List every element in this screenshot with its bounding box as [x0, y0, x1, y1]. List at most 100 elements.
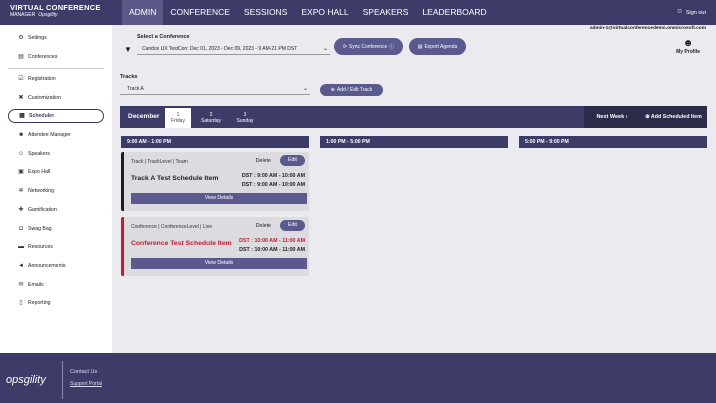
month-label: December — [128, 113, 160, 120]
main-content: Select a Conference ▼ Candox UX TestCon:… — [112, 25, 716, 353]
edit-button[interactable]: Edit — [280, 155, 305, 166]
schedule-item-time: DST : 9:00 AM - 10:00 AM — [241, 173, 305, 179]
delete-button[interactable]: Delete — [256, 223, 271, 229]
support-portal-link[interactable]: Support Portal — [70, 381, 102, 387]
add-scheduled-item-button[interactable]: ⊕ Add Scheduled Item — [640, 106, 707, 128]
footer-logo: opsgility — [6, 374, 46, 386]
sidebar-item-label: Emails — [28, 282, 44, 288]
sidebar-item-label: Registration — [28, 76, 56, 82]
sidebar-item-label: Expo Hall — [28, 169, 51, 175]
network-icon: ✲ — [18, 188, 24, 194]
next-week-label: Next Week — [596, 114, 625, 120]
sidebar-item-expo-hall[interactable]: ▣ Expo Hall — [8, 165, 104, 179]
sidebar-item-label: Announcements — [28, 263, 66, 269]
sidebar-item-speakers[interactable]: ☺ Speakers — [8, 147, 104, 161]
schedule-item-time: DST : 9:00 AM - 10:00 AM — [241, 182, 305, 188]
time-slot-header: 5:00 PM - 9:00 PM — [519, 136, 707, 148]
sidebar-item-label: Customization — [28, 95, 61, 101]
day-tab-friday[interactable]: 1 Friday — [165, 108, 191, 128]
sidebar-item-conferences[interactable]: ▤ Conferences — [8, 50, 104, 64]
my-profile-link[interactable]: ☻ My Profile — [676, 38, 700, 55]
sync-conference-button[interactable]: ⟳ Sync Conference ⓘ — [334, 38, 403, 55]
gamepad-icon: ✚ — [18, 207, 24, 213]
tracks-label: Tracks — [120, 74, 138, 80]
day-name: Sunday — [236, 118, 254, 124]
sidebar-item-gamification[interactable]: ✚ Gamification — [8, 203, 104, 217]
signout-icon: ⎋ — [677, 9, 682, 15]
signout-link[interactable]: ⎋ Sign out — [677, 9, 706, 16]
sidebar-item-scheduler[interactable]: ▦ Scheduler — [8, 109, 104, 123]
hall-icon: ▣ — [18, 169, 24, 175]
top-navbar: VIRTUAL CONFERENCE MANAGER Opsgility ADMI… — [0, 0, 716, 25]
sidebar-divider — [8, 68, 104, 69]
sync-icon: ⟳ — [342, 43, 347, 50]
conference-select[interactable]: Candox UX TestCon: Dec 01, 2023 - Dec 09… — [137, 43, 330, 55]
week-bar: December 1 Friday 2 Saturday 3 Sunday Ne… — [120, 106, 707, 128]
chevron-down-icon: ⌄ — [302, 86, 308, 92]
day-tab-sunday[interactable]: 3 Sunday — [232, 108, 258, 128]
sidebar-item-label: Attendee Manager — [28, 132, 71, 138]
nav-sessions[interactable]: SESSIONS — [237, 0, 294, 25]
footer: opsgility Contact Us Support Portal — [0, 353, 716, 403]
day-tab-saturday[interactable]: 2 Saturday — [198, 108, 224, 128]
sidebar-item-emails[interactable]: ✉ Emails — [8, 278, 104, 292]
users-icon: ☻ — [18, 132, 25, 138]
info-icon: ⓘ — [389, 44, 395, 50]
contact-us-link[interactable]: Contact Us — [70, 369, 97, 375]
day-name: Friday — [171, 118, 185, 124]
schedule-item-meta: Track | TrackLevel | Team — [131, 159, 188, 165]
gear-icon: ⚙ — [18, 35, 24, 41]
sidebar-item-label: Reporting — [28, 300, 51, 306]
sidebar-item-attendee-manager[interactable]: ☻ Attendee Manager — [8, 128, 104, 142]
add-edit-track-button[interactable]: ⊕ Add / Edit Track — [320, 84, 383, 96]
sidebar-item-announcements[interactable]: ◄ Announcements — [8, 259, 104, 273]
tracks-select[interactable]: Track A ⌄ — [120, 83, 310, 95]
export-agenda-button[interactable]: ▤ Export Agenda — [409, 38, 466, 55]
add-scheduled-item-label: Add Scheduled Item — [650, 114, 702, 120]
nav-expo-hall[interactable]: EXPO HALL — [294, 0, 355, 25]
chevron-right-icon: › — [625, 114, 628, 120]
time-slot-header: 9:00 AM - 1:00 PM — [121, 136, 309, 148]
folder-icon: ▬ — [18, 244, 24, 250]
tools-icon: ✖ — [18, 95, 24, 101]
nav-admin[interactable]: ADMIN — [122, 0, 164, 25]
time-slot-header: 1:00 PM - 5:00 PM — [320, 136, 508, 148]
brand-line2: MANAGER — [10, 12, 36, 18]
schedule-item-card: Conference | ConferenceLevel | Live Dele… — [121, 217, 309, 276]
schedule-item-card: Track | TrackLevel | Team Delete Edit Tr… — [121, 152, 309, 211]
sidebar-item-label: Settings — [28, 35, 47, 41]
sidebar-item-label: Conferences — [28, 54, 58, 60]
sidebar-item-settings[interactable]: ⚙ Settings — [8, 31, 104, 45]
signout-label: Sign out — [685, 9, 706, 16]
export-agenda-label: Export Agenda — [424, 43, 458, 50]
schedule-item-title: Track A Test Schedule Item — [131, 175, 219, 182]
sidebar-item-reporting[interactable]: ▯ Reporting — [8, 296, 104, 310]
nav-conference[interactable]: CONFERENCE — [163, 0, 237, 25]
add-edit-track-label: Add / Edit Track — [336, 87, 373, 93]
schedule-item-meta: Conference | ConferenceLevel | Live — [131, 224, 212, 230]
view-details-button[interactable]: View Details — [131, 193, 307, 204]
sidebar-item-swag-bag[interactable]: ◘ Swag Bag — [8, 222, 104, 236]
sidebar-item-resources[interactable]: ▬ Resources — [8, 240, 104, 254]
sidebar-item-networking[interactable]: ✲ Networking — [8, 184, 104, 198]
delete-button[interactable]: Delete — [256, 158, 271, 164]
schedule-item-title: Conference Test Schedule Item — [131, 240, 232, 247]
export-icon: ▤ — [417, 43, 423, 50]
next-week-button[interactable]: Next Week › — [584, 106, 640, 128]
sidebar-item-label: Gamification — [28, 207, 57, 213]
sidebar: ⚙ Settings ▤ Conferences ☑ Registration ✖ Cu… — [0, 25, 112, 353]
nav-leaderboard[interactable]: LEADERBOARD — [415, 0, 493, 25]
tracks-select-value: Track A — [127, 86, 144, 92]
bag-icon: ◘ — [19, 226, 23, 232]
sidebar-item-label: Swag Bag — [28, 226, 52, 232]
sidebar-item-registration[interactable]: ☑ Registration — [8, 72, 104, 86]
report-icon: ▯ — [19, 300, 23, 306]
conference-select-value: Candox UX TestCon: Dec 01, 2023 - Dec 09… — [142, 46, 298, 52]
sidebar-item-label: Networking — [28, 188, 54, 194]
edit-button[interactable]: Edit — [280, 220, 305, 231]
app-logo[interactable]: VIRTUAL CONFERENCE MANAGER Opsgility — [10, 4, 101, 19]
view-details-button[interactable]: View Details — [131, 258, 307, 269]
sidebar-item-customization[interactable]: ✖ Customization — [8, 91, 104, 105]
sync-conference-label: Sync Conference — [348, 43, 388, 50]
nav-speakers[interactable]: SPEAKERS — [356, 0, 416, 25]
